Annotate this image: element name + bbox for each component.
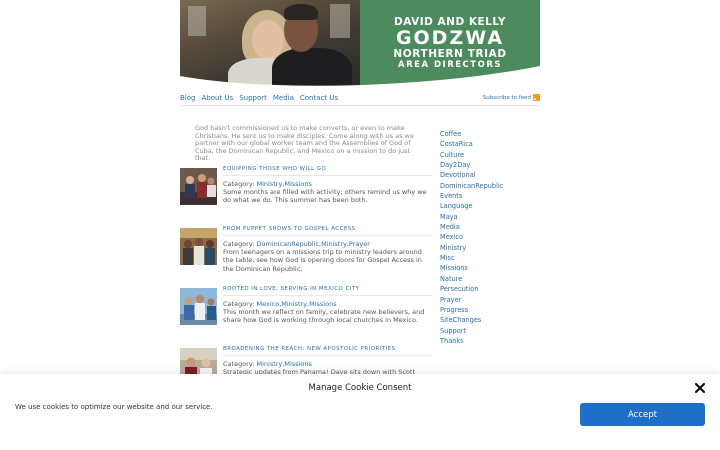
banner-line-3: NORTHERN TRIAD: [393, 48, 507, 60]
post-excerpt: This month we reflect on family, celebra…: [223, 308, 425, 325]
post-category-label: Category:: [223, 360, 255, 368]
category-link-ministry[interactable]: Ministry: [440, 243, 503, 253]
header-banner: DAVID AND KELLY GODZWA NORTHERN TRIAD AR…: [180, 0, 540, 90]
banner-line-2: GODZWA: [395, 27, 505, 49]
category-link-culture[interactable]: Culture: [440, 150, 503, 160]
post-thumbnail[interactable]: [180, 288, 217, 325]
post-thumbnail[interactable]: [180, 168, 217, 205]
intro-text: God hasn't commissioned us to make conve…: [195, 124, 414, 163]
post-thumbnail[interactable]: [180, 228, 217, 265]
post-category: Category: Ministry,Missions: [223, 180, 312, 188]
category-link-persecution[interactable]: Persecution: [440, 284, 503, 294]
subscribe-feed-label: Subscribe to feed: [482, 94, 531, 101]
nav-contact-us[interactable]: Contact Us: [300, 94, 338, 102]
rss-icon: [533, 94, 540, 101]
post-title[interactable]: Broadening the Reach: New Apostolic Prio…: [223, 346, 432, 356]
post-item: Rooted in Love, Serving in Mexico City C…: [180, 286, 432, 338]
post-excerpt: From teenagers on a missions trip to min…: [223, 248, 422, 273]
category-link-costarica[interactable]: CostaRica: [440, 139, 503, 149]
post-category-label: Category:: [223, 300, 255, 308]
cookie-title: Manage Cookie Consent: [308, 383, 412, 393]
post-category: Category: Mexico,Ministry,Missions: [223, 300, 337, 308]
close-icon[interactable]: [694, 382, 706, 394]
category-link-coffee[interactable]: Coffee: [440, 129, 503, 139]
category-link-language[interactable]: Language: [440, 201, 503, 211]
category-sidebar: Coffee CostaRica Culture Day2Day Devotio…: [440, 129, 503, 346]
category-link-maya[interactable]: Maya: [440, 212, 503, 222]
category-link-missions[interactable]: Missions: [440, 263, 503, 273]
banner-wave: [180, 66, 540, 90]
cookie-consent-banner: Manage Cookie Consent We use cookies to …: [0, 374, 720, 450]
category-link-dominicanrepublic[interactable]: DominicanRepublic: [440, 181, 503, 191]
nav-media[interactable]: Media: [273, 94, 294, 102]
post-list: Equipping those who will go Category: Mi…: [180, 166, 432, 406]
category-link-prayer[interactable]: Prayer: [440, 295, 503, 305]
category-link-nature[interactable]: Nature: [440, 274, 503, 284]
category-link-misc[interactable]: Misc: [440, 253, 503, 263]
cookie-message: We use cookies to optimize our website a…: [15, 403, 213, 411]
category-link-thanks[interactable]: Thanks: [440, 336, 503, 346]
category-link-events[interactable]: Events: [440, 191, 503, 201]
nav-about-us[interactable]: About Us: [201, 94, 233, 102]
category-link-support[interactable]: Support: [440, 326, 503, 336]
nav-blog[interactable]: Blog: [180, 94, 195, 102]
category-link-devotional[interactable]: Devotional: [440, 170, 503, 180]
category-link-day2day[interactable]: Day2Day: [440, 160, 503, 170]
accept-button[interactable]: Accept: [580, 403, 705, 426]
post-category-links[interactable]: DominicanRepublic,Ministry,Prayer: [257, 240, 370, 248]
post-title[interactable]: From Puppet Shows to Gospel Access: [223, 226, 432, 236]
post-category-label: Category:: [223, 180, 255, 188]
nav-support[interactable]: Support: [239, 94, 267, 102]
subscribe-feed-link[interactable]: Subscribe to feed: [483, 94, 540, 101]
post-category: Category: DominicanRepublic,Ministry,Pra…: [223, 240, 370, 248]
post-category-label: Category:: [223, 240, 255, 248]
category-link-media[interactable]: Media: [440, 222, 503, 232]
post-title[interactable]: Rooted in Love, Serving in Mexico City: [223, 286, 432, 296]
category-link-sitechanges[interactable]: SiteChanges: [440, 315, 503, 325]
category-link-mexico[interactable]: Mexico: [440, 232, 503, 242]
post-title[interactable]: Equipping those who will go: [223, 166, 432, 176]
category-link-progress[interactable]: Progress: [440, 305, 503, 315]
post-item: From Puppet Shows to Gospel Access Categ…: [180, 226, 432, 278]
post-category-links[interactable]: Mexico,Ministry,Missions: [257, 300, 337, 308]
nav-divider: [180, 105, 540, 106]
post-category: Category: Ministry,Missions: [223, 360, 312, 368]
post-excerpt: Some months are filled with activity; ot…: [223, 188, 427, 205]
post-item: Equipping those who will go Category: Mi…: [180, 166, 432, 218]
post-category-links[interactable]: Ministry,Missions: [257, 360, 312, 368]
post-category-links[interactable]: Ministry,Missions: [257, 180, 312, 188]
